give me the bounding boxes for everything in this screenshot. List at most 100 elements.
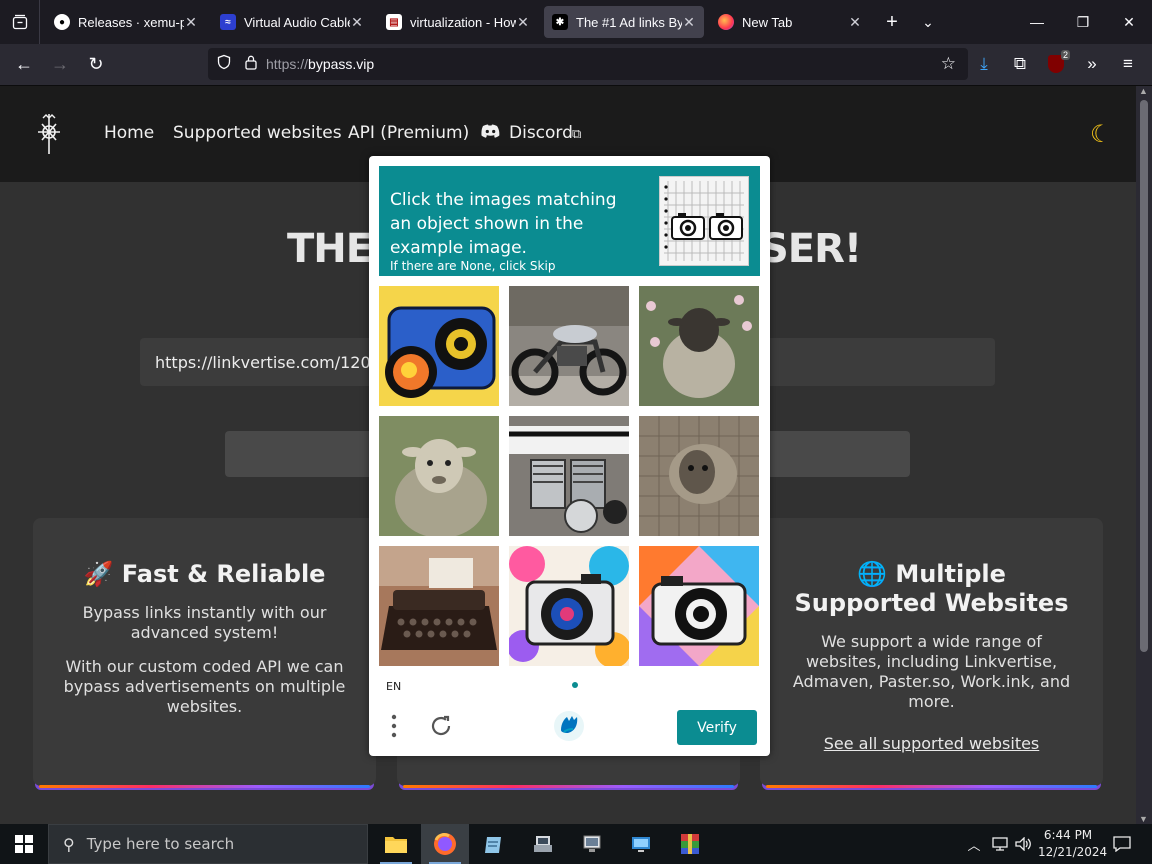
globe-icon: 🌐: [857, 560, 887, 588]
camera-image: [509, 546, 629, 666]
site-logo[interactable]: [30, 112, 68, 156]
reload-icon: ↻: [88, 54, 104, 74]
restore-button[interactable]: ❐: [1060, 0, 1106, 44]
volume-icon[interactable]: [1012, 824, 1036, 864]
tab-close-icon[interactable]: ✕: [350, 14, 364, 31]
lock-icon[interactable]: [244, 54, 258, 75]
search-icon: ⚲: [63, 834, 75, 854]
ublock-extension-button[interactable]: 2: [1040, 48, 1072, 80]
refresh-icon: [431, 715, 451, 736]
taskbar-file-explorer[interactable]: [372, 824, 420, 864]
motorcycle-image: [509, 286, 629, 406]
nav-api-premium[interactable]: API (Premium): [348, 123, 469, 143]
taskbar-app-4[interactable]: [519, 824, 567, 864]
challenge-tile-1[interactable]: [379, 286, 499, 406]
hcaptcha-logo[interactable]: [553, 710, 585, 747]
minimize-icon: —: [1030, 14, 1044, 30]
challenge-footer: EN Verify: [369, 676, 770, 756]
tray-overflow-icon[interactable]: ︿: [962, 824, 986, 864]
feature-card-fast: 🚀 Fast & Reliable Bypass links instantly…: [33, 518, 376, 788]
challenge-tile-5[interactable]: [509, 416, 629, 536]
scrollbar-thumb[interactable]: [1140, 100, 1148, 652]
language-selector[interactable]: EN: [386, 680, 401, 693]
superuser-icon: ▤: [386, 14, 402, 30]
minimize-button[interactable]: —: [1014, 0, 1060, 44]
back-button[interactable]: ←: [6, 49, 42, 81]
taskbar-app-5[interactable]: [568, 824, 616, 864]
clock-date: 12/21/2024: [1038, 845, 1108, 859]
extensions-button[interactable]: ⧉: [1004, 48, 1036, 80]
challenge-header: Click the images matching an object show…: [379, 166, 760, 276]
new-tab-button[interactable]: +: [874, 6, 910, 38]
verify-button[interactable]: Verify: [677, 710, 757, 745]
taskbar-search[interactable]: ⚲ Type here to search: [48, 824, 368, 864]
tab-close-icon[interactable]: ✕: [682, 14, 696, 31]
tab-list-icon: [12, 14, 27, 30]
tab-virtualization[interactable]: ▤ virtualization - How a ✕: [378, 6, 538, 38]
challenge-tile-3[interactable]: [639, 286, 759, 406]
windows-icon: [15, 835, 33, 853]
tab-virtual-audio-cable[interactable]: ≈ Virtual Audio Cable - ✕: [212, 6, 372, 38]
challenge-tile-9[interactable]: [639, 546, 759, 666]
tracking-shield-icon[interactable]: [216, 54, 232, 75]
tab-list-button[interactable]: [0, 0, 40, 44]
menu-button[interactable]: [391, 714, 399, 743]
hero-title-left: THE: [287, 226, 373, 272]
scroll-down-icon[interactable]: ▼: [1139, 814, 1148, 824]
nav-supported-websites[interactable]: Supported websites: [173, 123, 342, 143]
refresh-challenge-button[interactable]: [429, 714, 453, 743]
nav-discord[interactable]: Discord: [509, 123, 573, 143]
notifications-icon[interactable]: [1108, 824, 1136, 864]
taskbar-app-6[interactable]: [617, 824, 665, 864]
firefox-icon: [434, 833, 456, 855]
taskbar-firefox[interactable]: [421, 824, 469, 864]
challenge-tile-8[interactable]: [509, 546, 629, 666]
vertical-ellipsis-icon: [391, 714, 397, 738]
winrar-icon: [681, 834, 699, 854]
app-menu-button[interactable]: ≡: [1112, 48, 1144, 80]
tab-new-tab[interactable]: New Tab ✕: [710, 6, 870, 38]
tab-bypass[interactable]: ✱ The #1 Ad links Bypa ✕: [544, 6, 704, 38]
page-scrollbar[interactable]: ▲ ▼: [1136, 86, 1152, 824]
windows-taskbar: ⚲ Type here to search ︿ 6:44 PM 12/21/20…: [0, 824, 1152, 864]
camera-image: [639, 546, 759, 666]
start-button[interactable]: [0, 824, 48, 864]
address-bar[interactable]: https://bypass.vip ☆: [208, 48, 968, 80]
tab-close-icon[interactable]: ✕: [848, 14, 862, 31]
challenge-tile-6[interactable]: [639, 416, 759, 536]
chevron-down-icon: ⌄: [922, 13, 934, 30]
moon-icon[interactable]: ☾: [1090, 120, 1112, 149]
bypass-icon: ✱: [552, 14, 568, 30]
list-all-tabs-button[interactable]: ⌄: [910, 6, 946, 38]
sheep-image: [379, 416, 499, 536]
close-window-button[interactable]: ✕: [1106, 0, 1152, 44]
challenge-tile-2[interactable]: [509, 286, 629, 406]
folder-icon: [385, 837, 407, 853]
typewriter-image: [379, 546, 499, 666]
tab-close-icon[interactable]: ✕: [184, 14, 198, 31]
scroll-up-icon[interactable]: ▲: [1139, 86, 1148, 96]
taskbar-clock[interactable]: 6:44 PM 12/21/2024: [1038, 827, 1108, 861]
downloads-button[interactable]: ⤓: [968, 48, 1000, 80]
site-logo-icon: [38, 114, 60, 154]
reload-button[interactable]: ↻: [78, 49, 114, 81]
forward-button[interactable]: →: [42, 49, 78, 81]
github-icon: ●: [54, 14, 70, 30]
clock-time: 6:44 PM: [1043, 828, 1093, 842]
taskbar-app-3[interactable]: [470, 824, 518, 864]
tab-releases[interactable]: ● Releases · xemu-proj ✕: [46, 6, 206, 38]
more-tools-button[interactable]: »: [1076, 48, 1108, 80]
taskbar-app-7[interactable]: [666, 824, 714, 864]
see-all-supported-websites-link[interactable]: See all supported websites: [824, 734, 1040, 753]
vac-icon: ≈: [220, 14, 236, 30]
challenge-tile-4[interactable]: [379, 416, 499, 536]
plus-icon: +: [886, 10, 898, 33]
nav-home[interactable]: Home: [104, 123, 154, 143]
bookmark-star-icon[interactable]: ☆: [941, 54, 956, 74]
challenge-tile-7[interactable]: [379, 546, 499, 666]
notepad-icon: [485, 837, 501, 853]
puzzle-icon: ⧉: [1013, 54, 1027, 73]
challenge-instruction: Click the images matching an object show…: [390, 190, 617, 258]
network-icon[interactable]: [988, 824, 1012, 864]
tab-close-icon[interactable]: ✕: [516, 14, 530, 31]
